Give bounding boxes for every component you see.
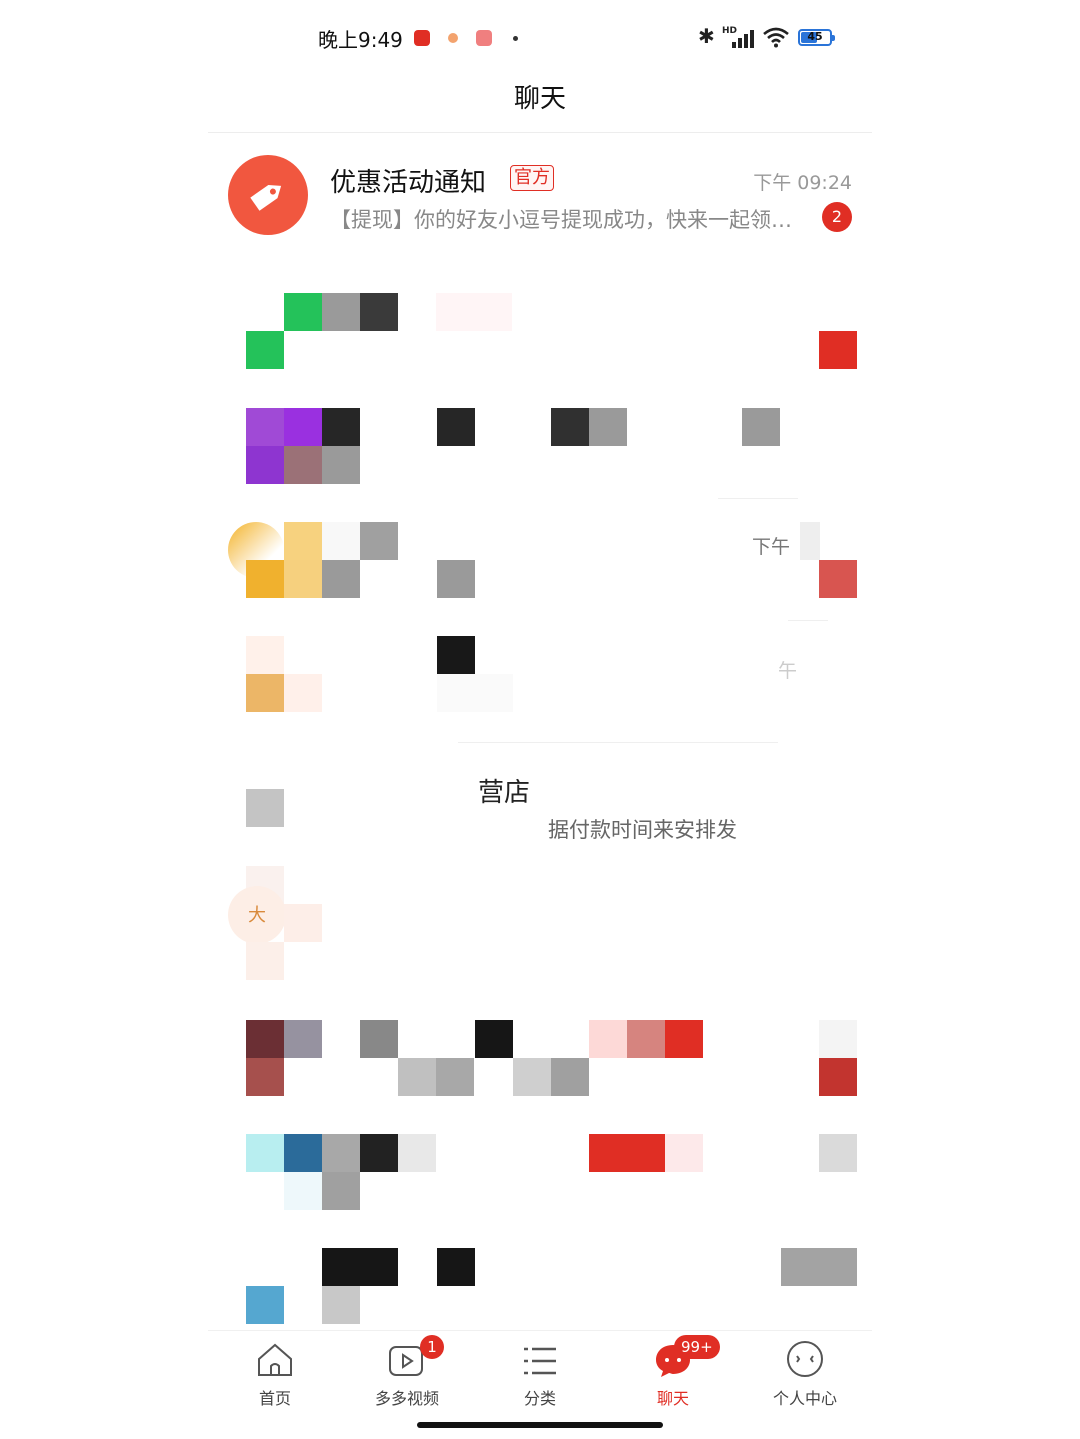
- nav-home[interactable]: 首页: [220, 1331, 330, 1411]
- obscured-chat-list: 下午 午 营店 据付款时间来安排发 大: [208, 256, 872, 1330]
- chat-preview: 【提现】你的好友小逗号提现成功，快来一起领现金吧: [330, 208, 800, 232]
- promotion-avatar: [228, 155, 308, 235]
- notification-icon: [448, 33, 458, 43]
- home-indicator[interactable]: [417, 1422, 663, 1428]
- obscured-shop-name: 营店: [478, 778, 531, 808]
- home-icon: [258, 1343, 292, 1376]
- obscured-time-2: 午: [778, 660, 798, 682]
- unread-badge: 2: [822, 202, 852, 232]
- obscured-time: 下午: [752, 536, 791, 558]
- signal-icon: [728, 30, 754, 48]
- bluetooth-icon: ✱: [698, 24, 715, 48]
- chat-screen: 晚上9:49 ✱ HD 45 聊天 优惠活动通知 官方 下午 09:24 【提现…: [208, 0, 872, 1439]
- nav-category-label: 分类: [523, 1389, 556, 1408]
- obscured-avatar-text: 大: [248, 905, 266, 926]
- more-notifications-dot: [513, 36, 518, 41]
- app-icon: [476, 30, 492, 46]
- battery-icon: 45: [798, 29, 835, 46]
- nav-profile[interactable]: 个人中心: [750, 1331, 860, 1411]
- bottom-nav: 首页 1 多多视频 分类 99+ 聊天 个人中心: [208, 1330, 872, 1411]
- chat-row-promotions[interactable]: 优惠活动通知 官方 下午 09:24 【提现】你的好友小逗号提现成功，快来一起领…: [208, 140, 872, 250]
- profile-icon: [787, 1341, 823, 1377]
- official-badge: 官方: [510, 165, 554, 191]
- status-bar: 晚上9:49 ✱ HD 45: [208, 0, 872, 76]
- chat-badge: 99+: [674, 1335, 720, 1359]
- wifi-icon: [763, 27, 789, 48]
- header-divider: [208, 132, 872, 133]
- pinduoduo-app-icon: [414, 30, 430, 46]
- status-time: 晚上9:49: [318, 28, 403, 52]
- category-icon: [524, 1347, 556, 1375]
- nav-category[interactable]: 分类: [485, 1331, 595, 1411]
- chat-time: 下午 09:24: [753, 172, 852, 194]
- chat-name: 优惠活动通知: [330, 168, 487, 198]
- obscured-message: 据付款时间来安排发: [548, 818, 737, 842]
- video-badge: 1: [420, 1335, 444, 1359]
- tag-icon: [250, 185, 282, 211]
- nav-profile-label: 个人中心: [772, 1389, 837, 1408]
- nav-video-label: 多多视频: [374, 1389, 439, 1408]
- nav-chat[interactable]: 99+ 聊天: [618, 1331, 728, 1411]
- nav-chat-label: 聊天: [656, 1389, 689, 1408]
- battery-level: 45: [807, 30, 823, 43]
- nav-video[interactable]: 1 多多视频: [352, 1331, 462, 1411]
- nav-home-label: 首页: [258, 1389, 291, 1408]
- page-title: 聊天: [513, 84, 566, 114]
